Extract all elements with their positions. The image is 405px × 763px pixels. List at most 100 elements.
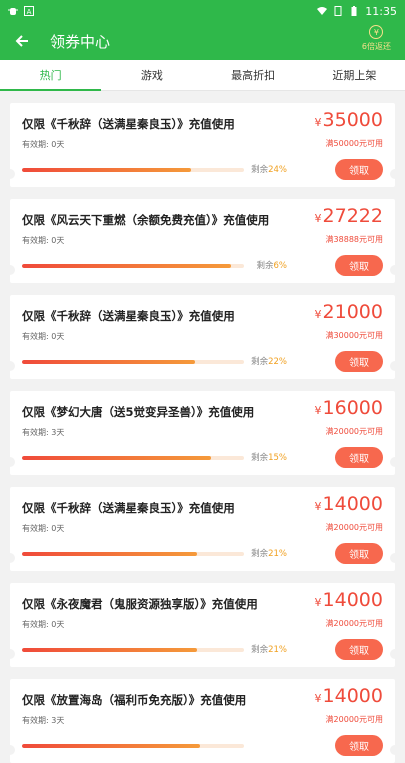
remain-percent: 6%	[273, 261, 288, 271]
currency-symbol: ¥	[314, 116, 322, 129]
coupon-progress-fill	[22, 360, 196, 364]
coupon-progress	[22, 360, 244, 364]
arrow-left-icon	[15, 35, 28, 47]
remain-prefix: 剩余	[251, 357, 269, 367]
bug-icon	[8, 8, 18, 15]
coupon-title: 仅限《风云天下重燃（余额免费充值）》充值使用	[22, 213, 270, 227]
remain-percent: 24%	[268, 165, 287, 175]
coupon-validity: 有效期: 0天	[22, 524, 65, 533]
coupon-price: ¥35000	[315, 109, 383, 131]
price-value: 16000	[322, 397, 383, 419]
price-value: 21000	[322, 301, 383, 323]
coupon-title: 仅限《永夜魔君（鬼服资源独享版）》充值使用	[22, 597, 258, 611]
status-time: 11:35	[365, 4, 397, 18]
svg-text:A: A	[27, 8, 32, 16]
tab-recent[interactable]: 近期上架	[304, 60, 405, 90]
coupon-progress-fill	[22, 552, 198, 556]
coupon-condition: 满20000元可用	[325, 523, 383, 532]
coupon-condition: 满20000元可用	[325, 427, 383, 436]
a-icon: A	[24, 6, 34, 16]
coupon-card: 仅限《梦幻大唐（送5觉变异圣兽）》充值使用 有效期: 3天 剩余15% ¥160…	[5, 391, 400, 475]
price-value: 14000	[322, 685, 383, 707]
tab-hot[interactable]: 热门	[0, 60, 102, 91]
currency-symbol: ¥	[314, 500, 322, 513]
battery-icon	[351, 6, 357, 16]
coupon-condition: 满38888元可用	[325, 235, 383, 244]
coupon-title: 仅限《梦幻大唐（送5觉变异圣兽）》充值使用	[22, 405, 255, 419]
remain-percent: 15%	[268, 453, 287, 463]
remain-prefix: 剩余	[251, 549, 269, 559]
coupon-price: ¥14000	[315, 493, 383, 515]
back-button[interactable]	[12, 31, 32, 51]
tab-bar: 热门 游戏 最高折扣 近期上架	[0, 60, 405, 91]
rebate-button[interactable]: ¥ 6倍返还	[362, 25, 391, 52]
tab-games[interactable]: 游戏	[101, 60, 202, 90]
coupon-price: ¥27222	[315, 205, 383, 227]
coupon-validity: 有效期: 0天	[22, 620, 65, 629]
remain-prefix: 剩余	[251, 165, 269, 175]
app-bar: 领券中心 ¥ 6倍返还	[0, 22, 405, 60]
currency-symbol: ¥	[314, 404, 322, 417]
coupon-title: 仅限《千秋辞（送满星秦良玉）》充值使用	[22, 309, 235, 323]
coupon-validity: 有效期: 3天	[22, 428, 65, 437]
remain-prefix: 剩余	[251, 645, 269, 655]
currency-symbol: ¥	[314, 692, 322, 705]
coupon-remain: 剩余15%	[251, 451, 287, 463]
coupon-progress-fill	[22, 744, 200, 748]
claim-button[interactable]: 领取	[335, 351, 383, 372]
coupon-condition: 满30000元可用	[325, 331, 383, 340]
currency-symbol: ¥	[314, 308, 322, 321]
coupon-card: 仅限《千秋辞（送满星秦良玉）》充值使用 有效期: 0天 剩余24% ¥35000…	[5, 103, 400, 187]
coupon-progress	[22, 456, 244, 460]
coupon-progress	[22, 264, 244, 268]
remain-percent: 21%	[268, 645, 287, 655]
coupon-title: 仅限《千秋辞（送满星秦良玉）》充值使用	[22, 501, 235, 515]
coupon-validity: 有效期: 0天	[22, 332, 65, 341]
tab-max-discount[interactable]: 最高折扣	[203, 60, 304, 90]
coupon-card: 仅限《千秋辞（送满星秦良玉）》充值使用 有效期: 0天 剩余21% ¥14000…	[5, 487, 400, 571]
page-title: 领券中心	[50, 32, 111, 51]
coupon-price: ¥14000	[315, 589, 383, 611]
status-right: 11:35	[317, 5, 397, 18]
coupon-card: 仅限《放置海岛（福利币免充版）》充值使用 有效期: 3天 ¥14000 满200…	[5, 679, 400, 763]
remain-prefix: 剩余	[256, 261, 274, 271]
remain-percent: 21%	[268, 549, 287, 559]
currency-symbol: ¥	[314, 212, 322, 225]
claim-button[interactable]: 领取	[335, 639, 383, 660]
status-bar: A 11:35	[0, 0, 405, 22]
coupon-price: ¥14000	[315, 685, 383, 707]
claim-button[interactable]: 领取	[335, 543, 383, 564]
coupon-progress-fill	[22, 456, 211, 460]
coupon-price: ¥21000	[315, 301, 383, 323]
coupon-progress	[22, 744, 244, 748]
claim-button[interactable]: 领取	[335, 159, 383, 180]
coupon-condition: 满50000元可用	[325, 139, 383, 148]
price-value: 27222	[322, 205, 383, 227]
price-value: 35000	[322, 109, 383, 131]
coupon-remain: 剩余21%	[251, 547, 287, 559]
coupon-card: 仅限《千秋辞（送满星秦良玉）》充值使用 有效期: 0天 剩余22% ¥21000…	[5, 295, 400, 379]
remain-percent: 22%	[268, 357, 287, 367]
coupon-card: 仅限《风云天下重燃（余额免费充值）》充值使用 有效期: 0天 剩余6% ¥272…	[5, 199, 400, 283]
coupon-card: 仅限《永夜魔君（鬼服资源独享版）》充值使用 有效期: 0天 剩余21% ¥140…	[5, 583, 400, 667]
coupon-progress	[22, 552, 244, 556]
claim-button[interactable]: 领取	[335, 447, 383, 468]
coupon-list: 仅限《千秋辞（送满星秦良玉）》充值使用 有效期: 0天 剩余24% ¥35000…	[0, 91, 405, 763]
coupon-remain: 剩余21%	[251, 643, 287, 655]
currency-symbol: ¥	[314, 596, 322, 609]
sim-icon	[334, 6, 342, 16]
claim-button[interactable]: 领取	[335, 735, 383, 756]
claim-button[interactable]: 领取	[335, 255, 383, 276]
remain-prefix: 剩余	[251, 453, 269, 463]
yen-cycle-icon: ¥	[369, 25, 384, 39]
price-value: 14000	[322, 589, 383, 611]
coupon-title: 仅限《千秋辞（送满星秦良玉）》充值使用	[22, 117, 235, 131]
coupon-validity: 有效期: 0天	[22, 140, 65, 149]
coupon-progress-fill	[22, 168, 191, 172]
coupon-title: 仅限《放置海岛（福利币免充版）》充值使用	[22, 693, 247, 707]
coupon-validity: 有效期: 3天	[22, 716, 65, 725]
price-value: 14000	[322, 493, 383, 515]
coupon-progress-fill	[22, 264, 231, 268]
coupon-remain: 剩余6%	[256, 259, 287, 271]
coupon-progress	[22, 168, 244, 172]
